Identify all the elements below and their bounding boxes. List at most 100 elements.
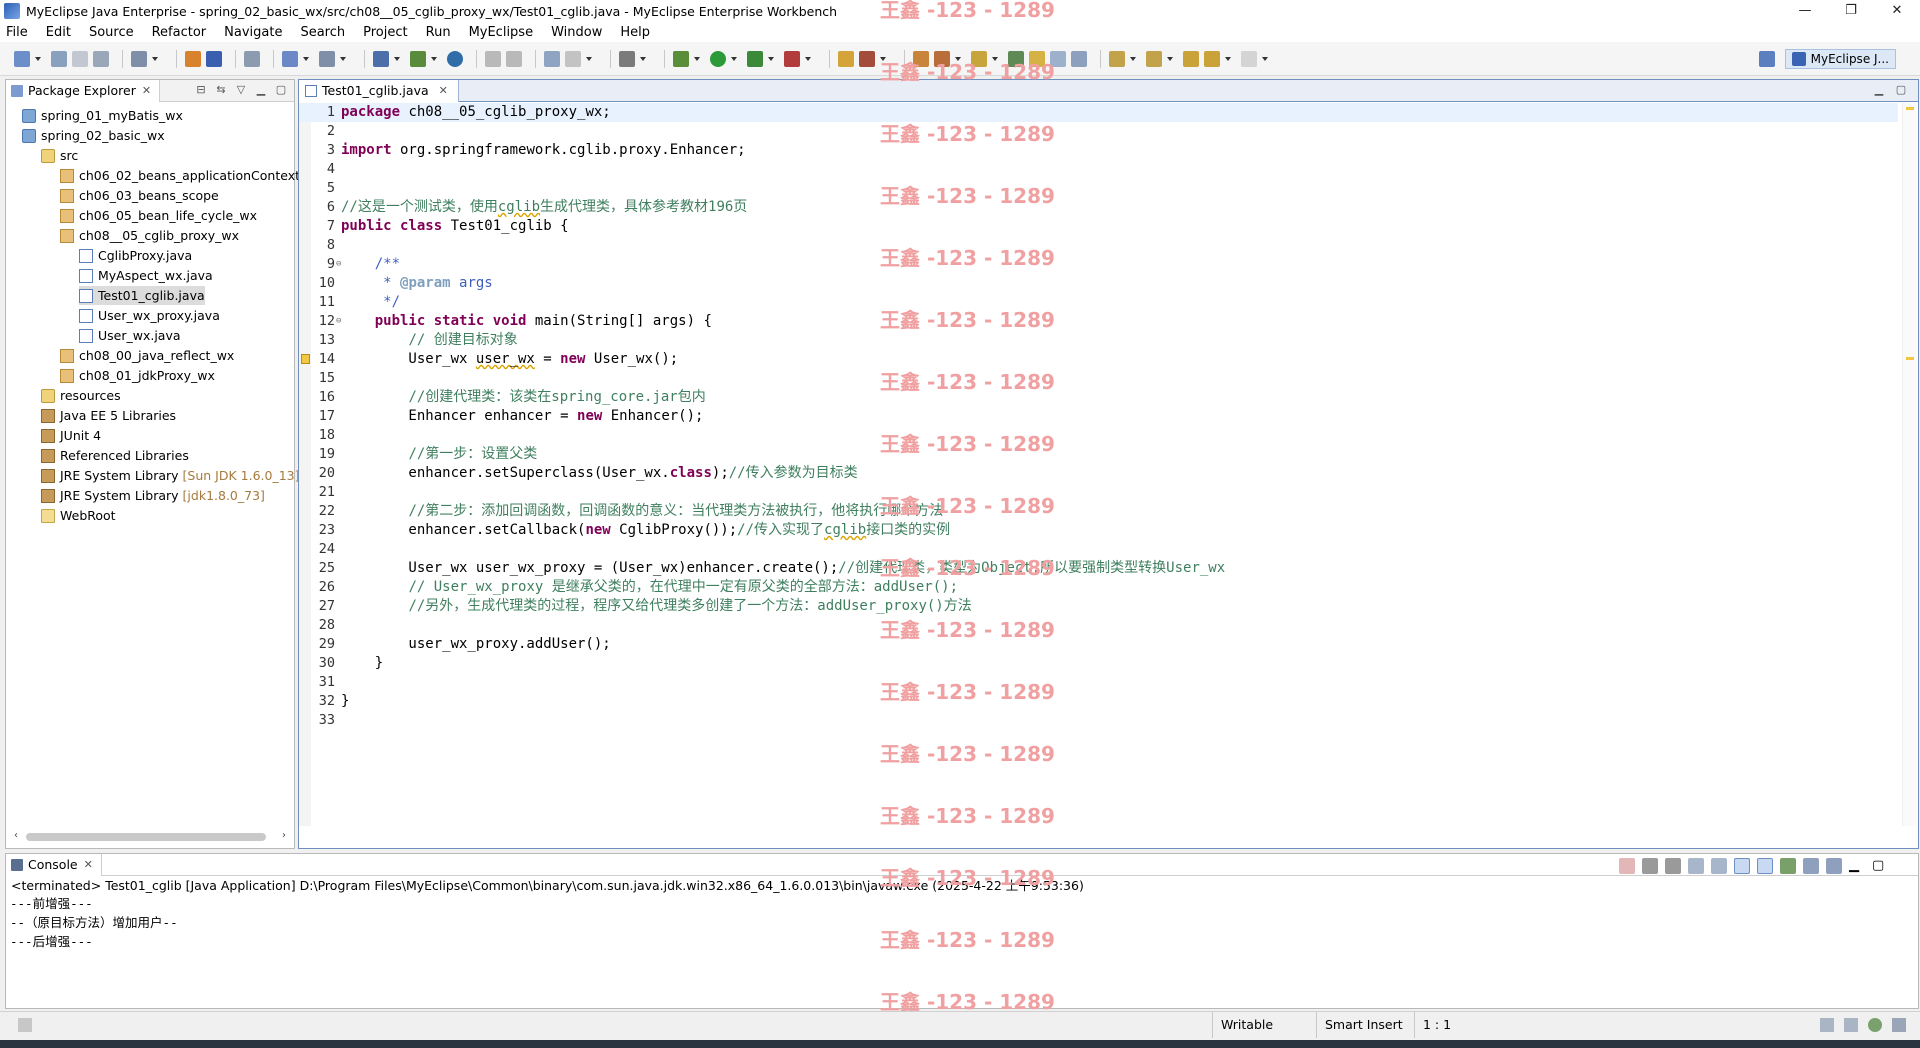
code-line[interactable]: 33: [299, 711, 1898, 730]
code-line[interactable]: 14 User_wx user_wx = new User_wx();: [299, 350, 1898, 369]
code-line[interactable]: 19 //第一步：设置父类: [299, 445, 1898, 464]
maximize-view-icon[interactable]: ▢: [1872, 858, 1888, 874]
link-with-editor-icon[interactable]: ⇆: [214, 84, 228, 98]
code-line[interactable]: 6 //这是一个测试类，使用cglib生成代理类，具体参考教材196页: [299, 198, 1898, 217]
tree-item[interactable]: WebRoot: [41, 506, 116, 525]
forward-icon[interactable]: [1241, 51, 1257, 67]
search-icon[interactable]: [319, 51, 335, 67]
camera-icon[interactable]: [619, 51, 635, 67]
code-line[interactable]: 2: [299, 122, 1898, 141]
menu-edit[interactable]: Edit: [46, 25, 71, 40]
code-line[interactable]: 31: [299, 673, 1898, 692]
external-tools-icon[interactable]: [1008, 51, 1024, 67]
code-line[interactable]: 21: [299, 483, 1898, 502]
tree-item[interactable]: ch08_00_java_reflect_wx: [60, 346, 234, 365]
code-line[interactable]: 15: [299, 369, 1898, 388]
tree-item[interactable]: CglibProxy.java: [79, 246, 192, 265]
new-java-class-icon[interactable]: [838, 51, 854, 67]
tree-item[interactable]: User_wx.java: [79, 326, 181, 345]
view-menu-icon[interactable]: ▽: [234, 84, 248, 98]
code-area[interactable]: 1 package ch08__05_cglib_proxy_wx; 2 3 impor…: [299, 103, 1918, 826]
add-jar-icon[interactable]: [410, 51, 426, 67]
display-console-icon[interactable]: [1803, 858, 1819, 874]
publish-icon[interactable]: [131, 51, 147, 67]
code-line[interactable]: 10 * @param args: [299, 274, 1898, 293]
network-icon[interactable]: [1868, 1018, 1882, 1032]
tree-item[interactable]: JRE System Library [Sun JDK 1.6.0_13]: [41, 466, 300, 485]
code-line[interactable]: 5: [299, 179, 1898, 198]
db-icon[interactable]: [565, 51, 581, 67]
warning-marker[interactable]: [1906, 107, 1914, 110]
code-line[interactable]: 16 //创建代理类：该类在spring_core.jar包内: [299, 388, 1898, 407]
tree-item[interactable]: User_wx_proxy.java: [79, 306, 220, 325]
terminate-icon[interactable]: [1619, 858, 1635, 874]
hibernate-icon[interactable]: [544, 51, 560, 67]
run-icon[interactable]: [710, 51, 726, 67]
code-line[interactable]: 3 import org.springframework.cglib.proxy.…: [299, 141, 1898, 160]
open-perspective-icon[interactable]: [1758, 51, 1775, 67]
close-window-button[interactable]: ✕: [1874, 0, 1920, 22]
code-line[interactable]: 9 /** ⊖: [299, 255, 1898, 274]
scrollbar-thumb[interactable]: [26, 833, 266, 841]
menu-search[interactable]: Search: [300, 25, 345, 40]
menu-help[interactable]: Help: [620, 25, 650, 40]
next-annotation-icon[interactable]: [1109, 51, 1125, 67]
scroll-lock-icon[interactable]: [1711, 858, 1727, 874]
code-line[interactable]: 23 enhancer.setCallback(new CglibProxy()…: [299, 521, 1898, 540]
open-type-icon[interactable]: [185, 51, 201, 67]
menu-run[interactable]: Run: [426, 25, 451, 40]
print-icon[interactable]: [93, 51, 109, 67]
new-package-icon[interactable]: [859, 51, 875, 67]
browser-icon[interactable]: [447, 51, 463, 67]
minimize-view-icon[interactable]: ▁: [1849, 858, 1865, 874]
open-console-icon[interactable]: [1826, 858, 1842, 874]
code-line[interactable]: 22 //第二步：添加回调函数，回调函数的意义：当代理类方法被执行，他将执行哪个…: [299, 502, 1898, 521]
pin-console-icon[interactable]: [1780, 858, 1796, 874]
progress-icon[interactable]: [1820, 1018, 1834, 1032]
remove-launch-icon[interactable]: [1642, 858, 1658, 874]
fold-toggle-icon[interactable]: ⊖: [336, 312, 341, 331]
code-line[interactable]: 4: [299, 160, 1898, 179]
maximize-view-icon[interactable]: ▢: [274, 84, 288, 98]
code-line[interactable]: 28: [299, 616, 1898, 635]
tree-item[interactable]: Referenced Libraries: [41, 446, 189, 465]
tree-item[interactable]: spring_02_basic_wx: [22, 126, 165, 145]
tab-console[interactable]: Console ✕: [6, 853, 102, 876]
new-web-project-icon[interactable]: [282, 51, 298, 67]
tree-item[interactable]: Test01_cglib.java: [79, 286, 205, 305]
console-output[interactable]: ---前增强--- --（原目标方法）增加用户-- ---后增强---: [6, 894, 1918, 951]
aop-icon[interactable]: [506, 51, 522, 67]
debug-icon[interactable]: [673, 51, 689, 67]
menu-source[interactable]: Source: [89, 25, 134, 40]
tree-item[interactable]: ch08__05_cglib_proxy_wx: [60, 226, 239, 245]
minimize-button[interactable]: —: [1782, 0, 1828, 22]
show-whitespace-icon[interactable]: [1071, 51, 1087, 67]
update-icon[interactable]: [1844, 1018, 1858, 1032]
show-on-stderr-icon[interactable]: [1757, 858, 1773, 874]
code-line[interactable]: 30 }: [299, 654, 1898, 673]
warning-icon[interactable]: [301, 354, 310, 364]
code-line[interactable]: 1 package ch08__05_cglib_proxy_wx;: [299, 103, 1898, 122]
close-icon[interactable]: ✕: [439, 84, 448, 97]
close-icon[interactable]: ✕: [84, 858, 93, 871]
toggle-mark-occurrences-icon[interactable]: [1029, 51, 1045, 67]
tab-test01-cglib[interactable]: Test01_cglib.java ✕: [299, 79, 459, 102]
tab-package-explorer[interactable]: Package Explorer ✕: [6, 79, 161, 102]
code-line[interactable]: 24: [299, 540, 1898, 559]
code-line[interactable]: 25 User_wx user_wx_proxy = (User_wx)enha…: [299, 559, 1898, 578]
scroll-left-icon[interactable]: ‹: [14, 830, 18, 841]
code-line[interactable]: 7 public class Test01_cglib {: [299, 217, 1898, 236]
tree-item[interactable]: resources: [41, 386, 121, 405]
code-line[interactable]: 32}: [299, 692, 1898, 711]
close-icon[interactable]: ✕: [142, 84, 151, 97]
tree-item[interactable]: MyAspect_wx.java: [79, 266, 213, 285]
open-task-icon[interactable]: [206, 51, 222, 67]
tree-item[interactable]: JRE System Library [jdk1.8.0_73]: [41, 486, 265, 505]
warning-marker[interactable]: [1906, 357, 1914, 360]
code-line[interactable]: 29 user_wx_proxy.addUser();: [299, 635, 1898, 654]
run-last-tool-icon[interactable]: [747, 51, 763, 67]
code-line[interactable]: 8: [299, 236, 1898, 255]
coverage-icon[interactable]: [784, 51, 800, 67]
previous-annotation-icon[interactable]: [1146, 51, 1162, 67]
menu-project[interactable]: Project: [363, 25, 407, 40]
